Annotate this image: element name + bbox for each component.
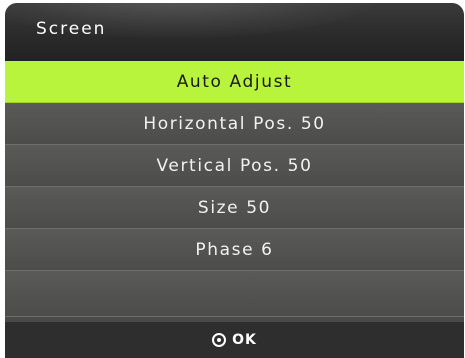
menu-item-phase[interactable]: Phase 6 — [5, 229, 464, 271]
menu-title: Screen — [36, 19, 107, 39]
ok-label[interactable]: OK — [232, 332, 257, 348]
menu-item-horizontal-pos[interactable]: Horizontal Pos. 50 — [5, 103, 464, 145]
menu-footer: OK — [5, 322, 464, 358]
ok-button-icon — [212, 333, 227, 347]
screen-osd-menu: Screen Auto Adjust Horizontal Pos. 50 Ve… — [5, 3, 464, 358]
menu-item-vertical-pos[interactable]: Vertical Pos. 50 — [5, 145, 464, 187]
menu-item-size[interactable]: Size 50 — [5, 187, 464, 229]
menu-header: Screen — [5, 3, 464, 61]
menu-item-empty — [5, 271, 464, 317]
menu-list: Auto Adjust Horizontal Pos. 50 Vertical … — [5, 61, 464, 317]
menu-item-auto-adjust[interactable]: Auto Adjust — [5, 61, 464, 103]
